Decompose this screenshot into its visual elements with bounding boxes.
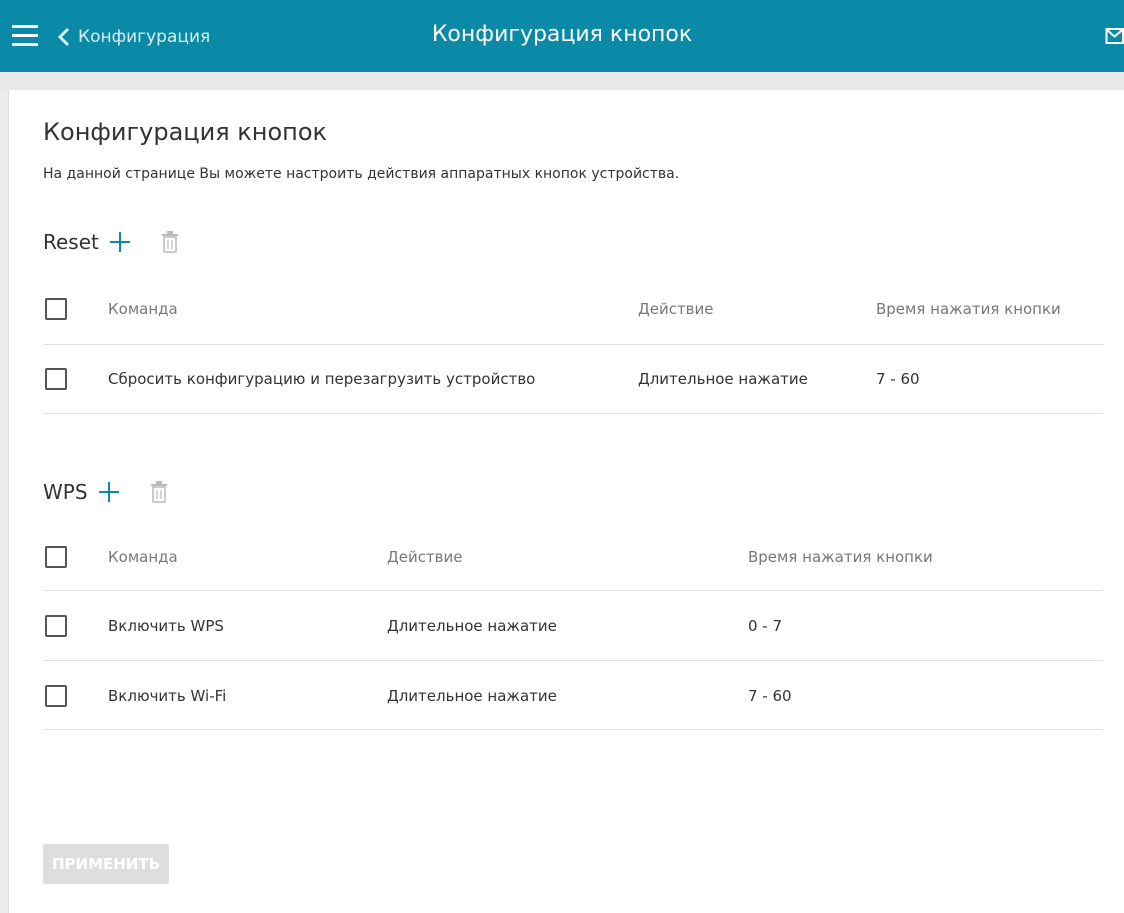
plus-icon[interactable] <box>109 231 131 253</box>
column-header-command: Команда <box>108 548 178 566</box>
column-header-command: Команда <box>108 300 178 318</box>
page-description: На данной странице Вы можете настроить д… <box>43 166 680 182</box>
cell-press-time[interactable]: 0 - 7 <box>748 617 782 635</box>
cell-press-time[interactable]: 7 - 60 <box>748 687 792 705</box>
divider <box>43 729 1103 730</box>
cell-command[interactable]: Сбросить конфигурацию и перезагрузить ус… <box>108 370 535 388</box>
mail-icon[interactable] <box>1105 27 1124 45</box>
cell-action[interactable]: Длительное нажатие <box>387 617 557 635</box>
wps-section-title: WPS <box>43 480 88 504</box>
header-shadow <box>0 72 1124 90</box>
header-title: Конфигурация кнопок <box>431 22 693 47</box>
apply-button[interactable]: ПРИМЕНИТЬ <box>43 844 169 884</box>
divider <box>43 344 1103 345</box>
column-header-action: Действие <box>387 548 463 566</box>
reset-section-header: Reset <box>43 230 179 254</box>
divider <box>43 590 1103 591</box>
row-checkbox[interactable] <box>45 615 67 637</box>
cell-command[interactable]: Включить WPS <box>108 617 224 635</box>
divider <box>43 413 1103 414</box>
reset-section-title: Reset <box>43 230 99 254</box>
wps-section-header: WPS <box>43 480 168 504</box>
content-card: Конфигурация кнопок На данной странице В… <box>8 90 1124 913</box>
page-title: Конфигурация кнопок <box>43 118 328 146</box>
wps-select-all-checkbox[interactable] <box>45 546 67 568</box>
column-header-press-time: Время нажатия кнопки <box>748 548 933 566</box>
row-checkbox[interactable] <box>45 368 67 390</box>
cell-press-time[interactable]: 7 - 60 <box>876 370 920 388</box>
reset-select-all-checkbox[interactable] <box>45 298 67 320</box>
column-header-action: Действие <box>638 300 714 318</box>
top-bar: Конфигурация Конфигурация кнопок <box>0 0 1124 72</box>
cell-action[interactable]: Длительное нажатие <box>638 370 808 388</box>
plus-icon[interactable] <box>98 481 120 503</box>
column-header-press-time: Время нажатия кнопки <box>876 300 1061 318</box>
divider <box>43 660 1103 661</box>
row-checkbox[interactable] <box>45 685 67 707</box>
cell-action[interactable]: Длительное нажатие <box>387 687 557 705</box>
trash-icon <box>161 231 179 253</box>
trash-icon <box>150 481 168 503</box>
cell-command[interactable]: Включить Wi-Fi <box>108 687 226 705</box>
